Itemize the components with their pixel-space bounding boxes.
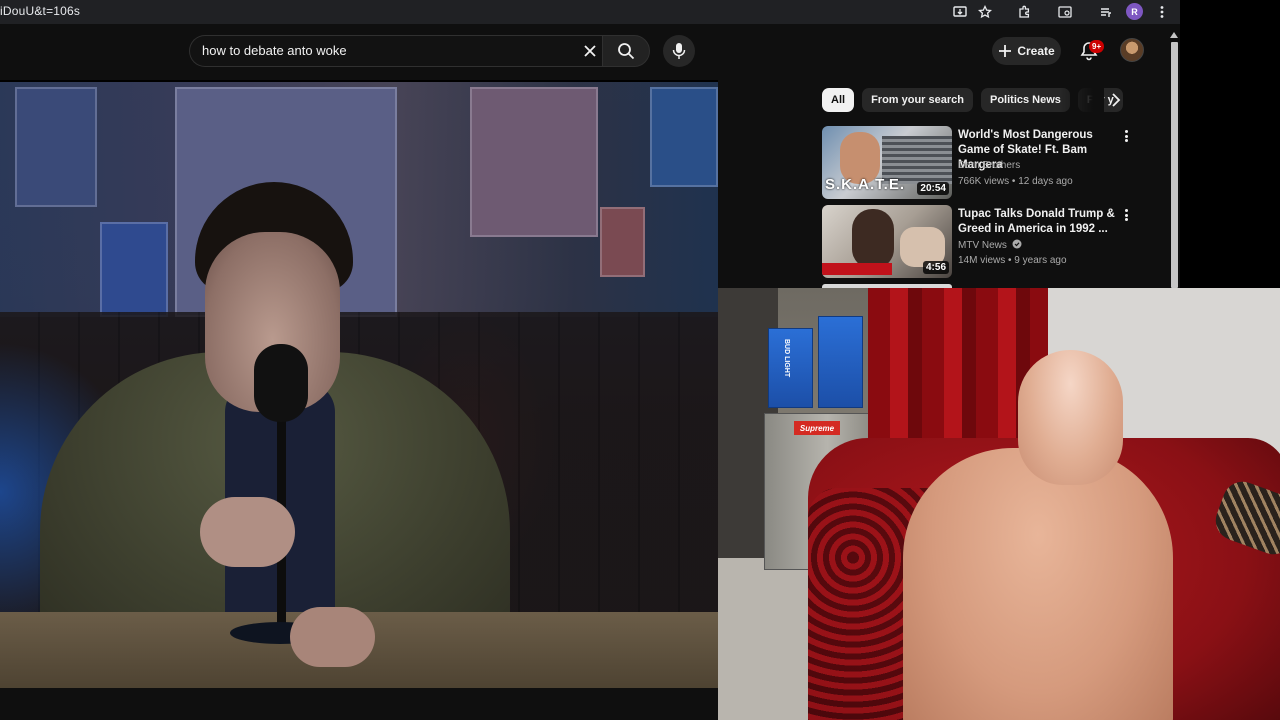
scrollbar-thumb[interactable] — [1171, 42, 1178, 288]
chip-politics-news[interactable]: Politics News — [980, 88, 1070, 112]
profile-avatar[interactable]: R — [1126, 3, 1143, 20]
channel-name[interactable]: MTV News — [958, 239, 1022, 251]
video-thumbnail[interactable]: 4:56 — [822, 205, 952, 278]
bookmark-star-icon[interactable] — [976, 3, 994, 21]
recommendation-item[interactable]: 4:56 Tupac Talks Donald Trump & Greed in… — [822, 205, 1162, 281]
verified-badge-icon — [1012, 239, 1022, 249]
more-actions-icon[interactable] — [1120, 207, 1132, 223]
more-menu-icon[interactable] — [1153, 3, 1171, 21]
video-poster — [600, 207, 645, 277]
browser-toolbar: iDouU&t=106s R — [0, 0, 1180, 24]
clear-search-icon[interactable] — [580, 41, 600, 61]
video-bottom-bar — [0, 688, 718, 720]
tab-search-icon[interactable] — [1056, 3, 1074, 21]
create-button[interactable]: Create — [992, 37, 1061, 65]
media-queue-icon[interactable] — [1097, 3, 1115, 21]
extensions-icon[interactable] — [1015, 3, 1033, 21]
notification-count-badge: 9+ — [1089, 40, 1105, 53]
webcam-fridge-sticker: Supreme — [794, 421, 840, 435]
chip-from-your-search[interactable]: From your search — [862, 88, 973, 112]
chip-all[interactable]: All — [822, 88, 855, 112]
voice-search-button[interactable] — [663, 35, 695, 67]
video-duration: 4:56 — [922, 261, 949, 274]
webcam-overlay: BUD LIGHT Supreme — [718, 288, 1280, 720]
more-actions-icon[interactable] — [1120, 128, 1132, 144]
search-box[interactable]: how to debate anto woke — [189, 35, 603, 67]
search-button[interactable] — [602, 35, 650, 67]
video-poster — [650, 87, 718, 187]
video-thumbnail[interactable]: S.K.A.T.E. 20:54 — [822, 126, 952, 199]
thumbnail-red-banner — [822, 263, 892, 275]
desktop-background — [1180, 0, 1280, 288]
microphone-icon — [672, 43, 686, 59]
video-speaker-hand — [200, 497, 295, 567]
video-duration: 20:54 — [917, 182, 949, 195]
main-video-player[interactable] — [0, 82, 718, 688]
webcam-box: BUD LIGHT — [768, 328, 813, 408]
webcam-person-head — [1018, 350, 1123, 485]
thumbnail-overlay-text: S.K.A.T.E. — [825, 176, 906, 193]
create-label: Create — [1017, 44, 1055, 58]
video-poster — [15, 87, 97, 207]
search-icon — [618, 43, 635, 60]
chevron-right-icon — [1112, 93, 1121, 107]
install-app-icon[interactable] — [951, 3, 969, 21]
channel-name[interactable]: Dern Brothers — [958, 160, 1020, 171]
chips-fade — [1060, 86, 1104, 114]
video-speaker-hand — [290, 607, 375, 667]
account-avatar[interactable] — [1120, 38, 1144, 62]
channel-name-text: MTV News — [958, 240, 1007, 251]
scroll-up-arrow-icon[interactable] — [1170, 32, 1178, 38]
video-poster — [470, 87, 598, 237]
chips-next-button[interactable] — [1106, 90, 1126, 110]
thumbnail-face — [852, 209, 894, 269]
plus-icon — [999, 45, 1012, 57]
webcam-person-torso — [903, 448, 1173, 720]
video-title[interactable]: Tupac Talks Donald Trump & Greed in Amer… — [958, 207, 1116, 237]
video-meta: 14M views • 9 years ago — [958, 255, 1067, 266]
search-input[interactable]: how to debate anto woke — [202, 43, 347, 58]
youtube-header: how to debate anto woke Create 9+ — [0, 24, 1180, 80]
webcam-box — [818, 316, 863, 408]
video-meta: 766K views • 12 days ago — [958, 176, 1073, 187]
video-microphone — [254, 344, 308, 422]
page-scrollbar[interactable] — [1169, 30, 1180, 288]
recommendation-item[interactable]: S.K.A.T.E. 20:54 World's Most Dangerous … — [822, 126, 1162, 202]
webcam-box-label: BUD LIGHT — [783, 339, 790, 378]
video-poster — [100, 222, 168, 317]
address-bar-text[interactable]: iDouU&t=106s — [0, 4, 80, 18]
